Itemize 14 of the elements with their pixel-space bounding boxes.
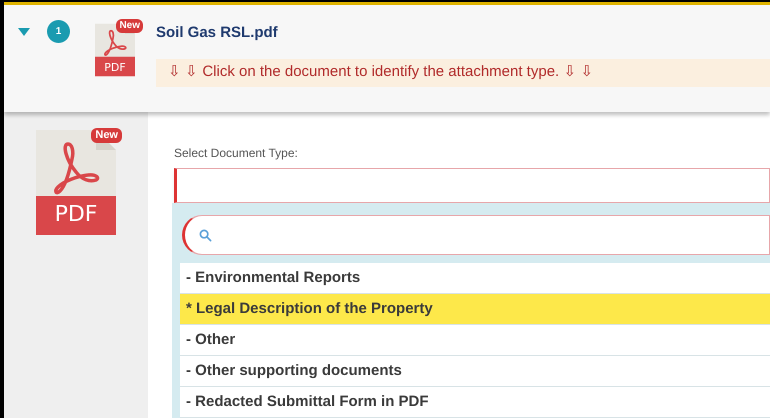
file-type-label: PDF [103,60,127,76]
file-type-label: PDF [54,201,98,229]
search-field[interactable] [182,215,770,255]
instruction-banner: ⇩ ⇩ Click on the document to identify the attachment type. ⇩ ⇩ [156,58,770,86]
number-badge: 1 [47,20,70,43]
new-badge: New [91,128,122,143]
new-badge: New [116,19,143,33]
caret-icon[interactable] [18,28,30,36]
pdf-file-icon [36,130,116,235]
dropdown-option[interactable]: * Legal Description of the Property [180,294,770,325]
document-type-select[interactable] [174,168,770,203]
search-icon [199,228,212,242]
file-name-link[interactable]: Soil Gas RSL.pdf [156,22,278,44]
field-label: Select Document Type: [174,145,298,162]
